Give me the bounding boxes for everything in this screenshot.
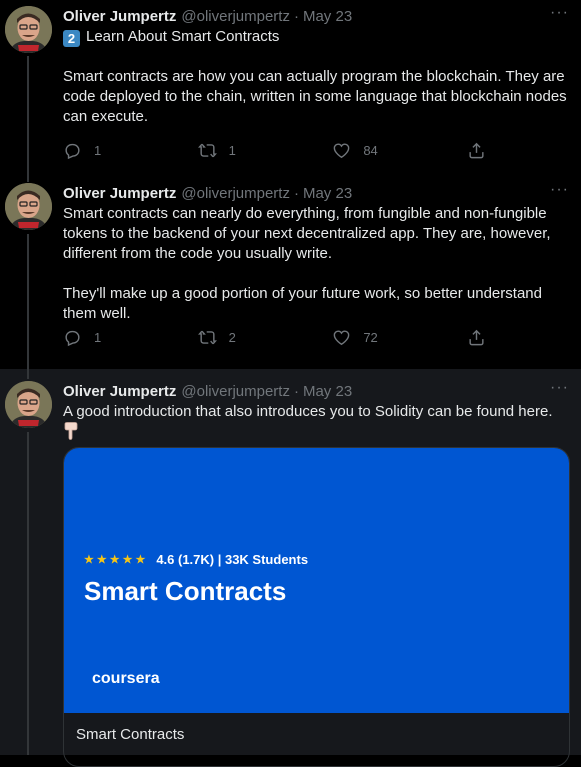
tweet-body: Smart contracts can nearly do everything… [63, 205, 551, 322]
retweet-count: 2 [228, 330, 236, 345]
avatar[interactable] [5, 183, 52, 230]
heart-icon [333, 143, 350, 159]
tweet-actions: 1 1 84 [63, 141, 486, 160]
avatar[interactable] [5, 6, 52, 53]
thread-line [27, 432, 29, 755]
tweet-3[interactable]: Oliver Jumpertz @oliverjumpertz · May 23… [0, 369, 581, 767]
tweet-header: Oliver Jumpertz @oliverjumpertz · May 23 [63, 6, 569, 26]
backhand-index-pointing-down-icon [64, 422, 78, 440]
thread-line [27, 178, 29, 182]
retweet-count: 1 [228, 143, 236, 158]
rating-text: 4.6 (1.7K) | 33K Students [156, 552, 309, 567]
author-name[interactable]: Oliver Jumpertz [63, 185, 176, 202]
share-icon [469, 142, 484, 159]
reply-icon [65, 330, 80, 347]
rating-stars-icon: ★★★★★ [84, 554, 149, 566]
tweet-2[interactable]: Oliver Jumpertz @oliverjumpertz · May 23… [0, 178, 581, 369]
author-handle[interactable]: @oliverjumpertz [181, 185, 290, 202]
share-button[interactable] [467, 328, 486, 347]
more-options-icon[interactable]: ··· [550, 4, 569, 22]
like-button[interactable]: 72 [332, 328, 402, 347]
reply-count: 1 [94, 143, 102, 158]
more-options-icon[interactable]: ··· [550, 379, 569, 397]
thread-line [27, 369, 29, 379]
like-count: 72 [363, 330, 378, 345]
author-handle[interactable]: @oliverjumpertz [181, 8, 290, 25]
separator-dot: · [293, 382, 299, 400]
timestamp[interactable]: May 23 [303, 185, 352, 202]
thread-line [27, 234, 29, 369]
card-headline: Smart Contracts [84, 576, 287, 606]
reply-icon [65, 143, 80, 160]
author-name[interactable]: Oliver Jumpertz [63, 8, 176, 25]
tweet-actions: 1 2 72 [63, 328, 486, 347]
coursera-logo: coursera [92, 670, 160, 687]
timestamp[interactable]: May 23 [303, 383, 352, 400]
tweet-header: Oliver Jumpertz @oliverjumpertz · May 23 [63, 381, 569, 401]
share-icon [469, 329, 484, 346]
card-image[interactable]: ★★★★★ 4.6 (1.7K) | 33K Students Smart Co… [64, 448, 569, 713]
tweet-heading: Learn About Smart Contracts [86, 28, 280, 45]
tweet-body-text: A good introduction that also introduces… [63, 403, 553, 420]
retweet-icon [197, 143, 217, 158]
separator-dot: · [293, 184, 299, 202]
tweet-body: Smart contracts are how you can actually… [63, 68, 571, 125]
keycap-digit-two-icon: 2 [63, 30, 80, 47]
card-title[interactable]: Smart Contracts [76, 726, 184, 743]
separator-dot: · [293, 7, 299, 25]
author-name[interactable]: Oliver Jumpertz [63, 383, 176, 400]
reply-button[interactable]: 1 [63, 328, 133, 347]
retweet-button[interactable]: 2 [197, 328, 268, 347]
link-card[interactable]: ★★★★★ 4.6 (1.7K) | 33K Students Smart Co… [63, 447, 570, 767]
tweet-body: A good introduction that also introduces… [63, 402, 569, 443]
reply-button[interactable]: 1 [63, 141, 133, 160]
tweet-header: Oliver Jumpertz @oliverjumpertz · May 23 [63, 183, 569, 203]
timestamp[interactable]: May 23 [303, 8, 352, 25]
tweet-1[interactable]: Oliver Jumpertz @oliverjumpertz · May 23… [0, 0, 581, 178]
reply-count: 1 [94, 330, 102, 345]
card-rating: ★★★★★ 4.6 (1.7K) | 33K Students [84, 552, 308, 567]
share-button[interactable] [467, 141, 486, 160]
tweet-text: 2 Learn About Smart Contracts [63, 27, 569, 47]
author-handle[interactable]: @oliverjumpertz [181, 383, 290, 400]
heart-icon [333, 330, 350, 346]
like-button[interactable]: 84 [332, 141, 402, 160]
more-options-icon[interactable]: ··· [550, 181, 569, 199]
retweet-icon [197, 330, 217, 345]
thread-line [27, 56, 29, 178]
like-count: 84 [363, 143, 378, 158]
retweet-button[interactable]: 1 [197, 141, 268, 160]
avatar[interactable] [5, 381, 52, 428]
